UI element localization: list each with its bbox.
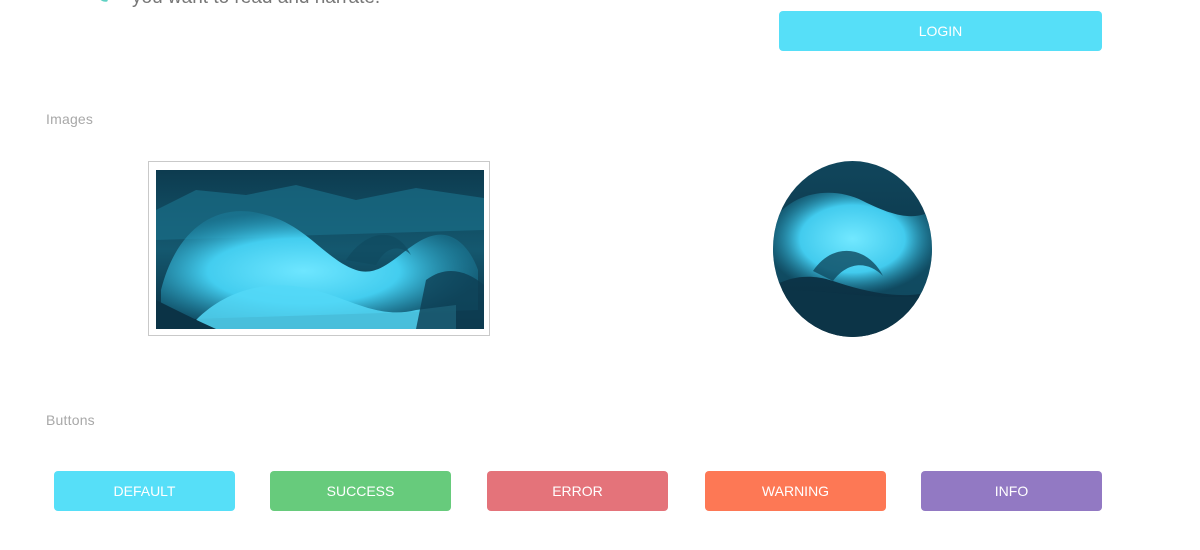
quote-mark-icon (100, 0, 108, 2)
header-partial-text: you want to read and narrate. (132, 0, 380, 9)
images-section-label: Images (46, 111, 94, 127)
success-button[interactable]: SUCCESS (270, 471, 451, 511)
framed-image (148, 161, 490, 336)
login-button[interactable]: LOGIN (779, 11, 1102, 51)
error-button[interactable]: ERROR (487, 471, 668, 511)
buttons-section-label: Buttons (46, 412, 95, 428)
wave-image-round (773, 161, 932, 337)
info-button[interactable]: INFO (921, 471, 1102, 511)
warning-button[interactable]: WARNING (705, 471, 886, 511)
round-image (773, 161, 932, 337)
wave-image (156, 170, 484, 329)
default-button[interactable]: DEFAULT (54, 471, 235, 511)
